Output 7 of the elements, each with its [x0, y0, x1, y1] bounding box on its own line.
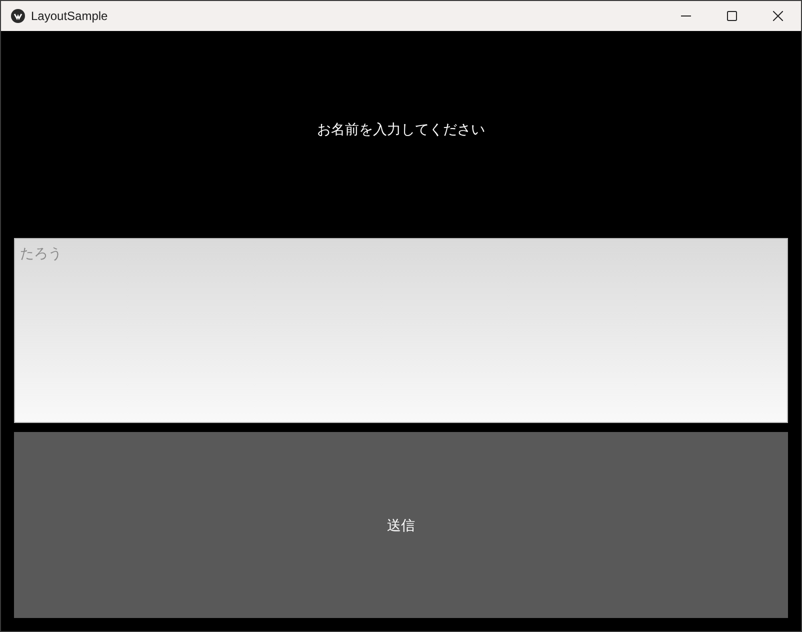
submit-button[interactable]: 送信 [14, 432, 788, 618]
app-logo-icon [11, 9, 25, 23]
maximize-icon [727, 11, 737, 21]
name-input-field[interactable]: たろう [14, 238, 788, 423]
close-icon [773, 11, 783, 21]
prompt-label: お名前を入力してください [317, 120, 485, 139]
window-title: LayoutSample [31, 8, 108, 25]
